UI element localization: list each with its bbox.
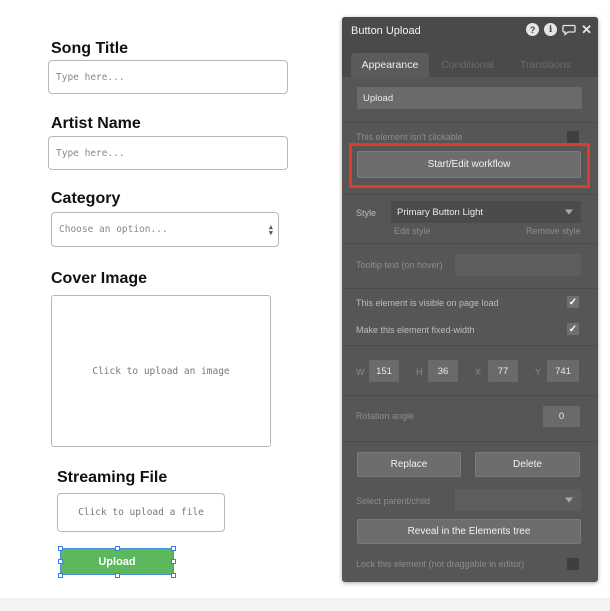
y-label: Y — [535, 367, 542, 377]
panel-title: Button Upload — [351, 25, 421, 37]
tab-conditional[interactable]: Conditional — [430, 53, 505, 77]
not-clickable-label: This element isn't clickable — [356, 132, 463, 142]
lock-element-checkbox[interactable] — [567, 558, 579, 570]
info-icon[interactable]: i — [544, 23, 558, 36]
resize-handle-right[interactable] — [171, 559, 176, 564]
style-label: Style — [356, 208, 377, 218]
comment-icon[interactable] — [562, 24, 576, 36]
category-dropdown[interactable]: Choose an option... ▲ ▼ — [51, 212, 279, 247]
parent-child-label: Select parent/child — [356, 496, 431, 506]
divider — [342, 395, 598, 396]
streaming-file-uploader[interactable]: Click to upload a file — [57, 493, 225, 532]
fixed-width-checkbox[interactable]: ✓ — [567, 323, 579, 335]
tooltip-label: Tooltip text (on hover) — [356, 260, 443, 270]
tooltip-input[interactable] — [455, 254, 581, 276]
height-label: H — [416, 367, 423, 377]
artist-name-input[interactable]: Type here... — [48, 136, 288, 170]
help-icon[interactable]: ? — [526, 23, 540, 36]
resize-handle-top-right[interactable] — [171, 546, 176, 551]
divider — [342, 288, 598, 289]
chevron-down-icon — [565, 209, 573, 215]
cover-image-prompt: Click to upload an image — [92, 365, 230, 377]
resize-handle-bottom-right[interactable] — [171, 573, 176, 578]
x-input[interactable]: 77 — [488, 360, 518, 382]
style-dropdown[interactable]: Primary Button Light — [391, 201, 581, 223]
streaming-file-label: Streaming File — [57, 469, 168, 486]
streaming-file-prompt: Click to upload a file — [78, 507, 204, 518]
style-value: Primary Button Light — [397, 206, 484, 218]
song-title-input[interactable]: Type here... — [48, 60, 288, 94]
visible-on-load-label: This element is visible on page load — [356, 298, 499, 308]
not-clickable-checkbox[interactable] — [567, 131, 579, 143]
start-edit-workflow-button[interactable]: Start/Edit workflow — [357, 151, 581, 178]
resize-handle-bottom-left[interactable] — [58, 573, 63, 578]
resize-handle-left[interactable] — [58, 559, 63, 564]
song-title-label: Song Title — [51, 40, 129, 57]
resize-handle-bottom[interactable] — [115, 573, 120, 578]
category-label: Category — [51, 190, 121, 207]
edit-style-link[interactable]: Edit style — [394, 226, 431, 236]
fixed-width-label: Make this element fixed-width — [356, 325, 475, 335]
delete-button[interactable]: Delete — [475, 452, 580, 477]
y-input[interactable]: 741 — [547, 360, 579, 382]
button-text-input[interactable]: Upload — [357, 87, 582, 109]
rotation-label: Rotation angle — [356, 411, 415, 421]
panel-header-icons: ? i ✕ — [526, 23, 592, 36]
tab-appearance[interactable]: Appearance — [351, 53, 429, 77]
chevron-down-icon — [565, 497, 573, 503]
close-icon[interactable]: ✕ — [581, 23, 592, 36]
width-label: W — [356, 367, 365, 377]
resize-handle-top-left[interactable] — [58, 546, 63, 551]
cover-image-uploader[interactable]: Click to upload an image — [51, 295, 271, 447]
resize-handle-top[interactable] — [115, 546, 120, 551]
parent-child-dropdown[interactable] — [455, 489, 581, 511]
width-input[interactable]: 151 — [369, 360, 399, 382]
visible-on-load-checkbox[interactable]: ✓ — [567, 296, 579, 308]
rotation-input[interactable]: 0 — [543, 406, 580, 427]
replace-button[interactable]: Replace — [357, 452, 461, 477]
canvas-footer-strip — [0, 598, 610, 611]
reveal-in-elements-tree-button[interactable]: Reveal in the Elements tree — [357, 519, 581, 544]
category-placeholder: Choose an option... — [59, 224, 168, 235]
tab-transitions[interactable]: Transitions — [508, 53, 583, 77]
panel-header[interactable]: Button Upload ? i ✕ — [342, 17, 598, 45]
property-editor-panel: Button Upload ? i ✕ Appearance Condition… — [342, 17, 598, 582]
select-arrows-icon: ▲ ▼ — [268, 222, 273, 237]
artist-name-label: Artist Name — [51, 115, 141, 132]
divider — [342, 345, 598, 346]
lock-element-label: Lock this element (not draggable in edit… — [356, 559, 525, 569]
divider — [342, 194, 598, 195]
cover-image-label: Cover Image — [51, 270, 148, 287]
remove-style-link[interactable]: Remove style — [526, 226, 581, 236]
panel-tabs: Appearance Conditional Transitions — [342, 45, 598, 77]
divider — [342, 243, 598, 244]
x-label: X — [475, 367, 482, 377]
upload-button[interactable]: Upload — [60, 548, 174, 575]
divider — [342, 441, 598, 442]
divider — [342, 122, 598, 123]
height-input[interactable]: 36 — [428, 360, 458, 382]
